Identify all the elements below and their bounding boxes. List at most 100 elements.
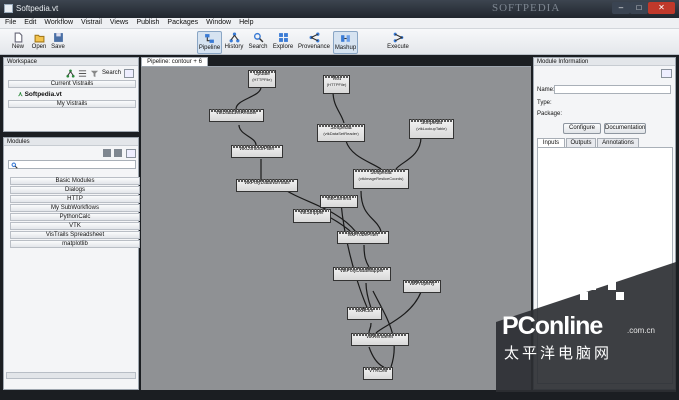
tab-inputs[interactable]: Inputs: [537, 138, 565, 147]
watermark: SOFTPEDIA: [492, 2, 561, 14]
search-icon: [11, 162, 18, 169]
new-file-icon: [14, 32, 22, 43]
configure-button[interactable]: Configure: [563, 123, 601, 134]
module-item[interactable]: PythonCalc: [10, 213, 140, 221]
tab-pipeline[interactable]: Pipeline: contour + 6: [141, 57, 208, 66]
my-vistrails-label: My Vistrails: [56, 101, 88, 107]
tree-view-icon[interactable]: [66, 69, 75, 78]
node-vtkactor[interactable]: vtkActor: [347, 307, 382, 320]
save-button[interactable]: Save: [48, 31, 68, 54]
module-item[interactable]: Dialogs: [10, 186, 140, 194]
maximize-button[interactable]: □: [630, 2, 648, 14]
node-softpedia-reader[interactable]: Softpedia (vtkDataSetReader): [317, 124, 365, 142]
explore-button[interactable]: Explore: [271, 31, 295, 54]
node-sublabel: (HTTPFile): [326, 82, 347, 87]
menu-edit[interactable]: Edit: [19, 18, 39, 26]
provenance-icon: [309, 32, 319, 43]
module-info-title: Module Information: [537, 59, 589, 65]
menu-publish[interactable]: Publish: [131, 18, 162, 26]
node-softpedia-lookuptable[interactable]: Softpedia (vtkLookupTable): [409, 119, 454, 139]
workspace-header: Workspace: [4, 58, 138, 66]
new-label: New: [11, 44, 24, 50]
execute-icon: [393, 32, 403, 43]
menu-views[interactable]: Views: [105, 18, 132, 26]
search-label: Search: [248, 44, 268, 50]
pin-icon[interactable]: [124, 69, 134, 78]
provenance-button[interactable]: Provenance: [297, 31, 331, 54]
node-vtkpolydatanormals[interactable]: vtkPolyDataNormals: [236, 179, 298, 192]
type-label: Type:: [537, 100, 552, 106]
documentation-button[interactable]: Documentation: [604, 123, 646, 134]
pipeline-canvas[interactable]: Update (HTTPFile) Test (HTTPFile) vtkDataS…: [141, 67, 531, 390]
node-sublabel: (vtkImageResliceCoords): [358, 176, 404, 181]
modules-scrollbar[interactable]: [6, 372, 136, 379]
menu-window[interactable]: Window: [201, 18, 234, 26]
node-vtkrenderer[interactable]: vtkRenderer: [351, 333, 409, 346]
title-bar: Softpedia.vt SOFTPEDIA – □ ✕: [0, 0, 679, 18]
node-vtkcamera[interactable]: vtkCamera: [320, 195, 358, 208]
menu-file[interactable]: File: [0, 18, 19, 26]
menu-help[interactable]: Help: [234, 18, 256, 26]
folder-open-icon: [34, 34, 44, 43]
search-icon: [253, 32, 263, 43]
tab-outputs[interactable]: Outputs: [566, 138, 596, 147]
menu-workflow[interactable]: Workflow: [39, 18, 76, 26]
node-test[interactable]: Test (HTTPFile): [323, 75, 350, 94]
menu-packages[interactable]: Packages: [162, 18, 201, 26]
current-vistrails-header[interactable]: Current Vistrails: [8, 80, 136, 88]
module-item[interactable]: matplotlib: [10, 240, 140, 248]
node-vtkstripper[interactable]: vtkStripper: [293, 209, 331, 223]
module-item[interactable]: HTTP: [10, 195, 140, 203]
minimize-button[interactable]: –: [612, 2, 630, 14]
node-vtkcell[interactable]: VTKCell: [363, 367, 393, 380]
tab-annotations[interactable]: Annotations: [597, 138, 639, 147]
history-button[interactable]: History: [223, 31, 245, 54]
pin-icon[interactable]: [661, 69, 672, 78]
node-softpedia-reslice[interactable]: Softpedia (vtkImageResliceCoords): [353, 169, 409, 189]
open-button[interactable]: Open: [28, 31, 50, 54]
module-item[interactable]: My SubWorkflows: [10, 204, 140, 212]
module-info-header: Module Information: [534, 58, 675, 66]
expand-icon[interactable]: [114, 149, 122, 157]
node-vtkpolydatamapper[interactable]: vtkPolyDataMapper: [333, 267, 391, 281]
floppy-icon: [53, 33, 63, 42]
history-label: History: [224, 44, 244, 50]
node-update[interactable]: Update (HTTPFile): [248, 70, 276, 88]
my-vistrails-header[interactable]: My Vistrails: [8, 100, 136, 108]
history-tree-icon: [229, 32, 239, 43]
pipeline-label: Pipeline: [198, 45, 221, 51]
filter-icon[interactable]: [90, 69, 99, 78]
pconline-logo: PConline .com.cn 太平洋电脑网: [502, 312, 674, 362]
modules-search-input[interactable]: [8, 160, 136, 169]
search-button[interactable]: Search: [247, 31, 269, 54]
menu-bar: File Edit Workflow Vistrail Views Publish Pack…: [0, 18, 679, 29]
name-field[interactable]: [554, 85, 671, 94]
pipeline-button[interactable]: Pipeline: [197, 31, 222, 54]
workspace-panel: Workspace Search Current Vistrails ⋏ Sof…: [3, 57, 139, 132]
logo-domain: .com.cn: [627, 326, 656, 335]
node-vtkdatasetreader[interactable]: vtkDataSetReader: [209, 109, 264, 122]
close-button[interactable]: ✕: [648, 2, 675, 14]
menu-vistrail[interactable]: Vistrail: [76, 18, 105, 26]
search-label[interactable]: Search: [102, 70, 121, 76]
collapse-icon[interactable]: [103, 149, 111, 157]
vistrail-item[interactable]: ⋏ Softpedia.vt: [18, 90, 62, 98]
mashup-label: Mashup: [334, 45, 357, 51]
module-item[interactable]: VisTrails Spreadsheet: [10, 231, 140, 239]
node-vtkcontourfilter[interactable]: vtkContourFilter: [231, 145, 283, 158]
module-item[interactable]: Basic Modules: [10, 177, 140, 185]
execute-button[interactable]: Execute: [386, 31, 410, 54]
vistrail-icon: ⋏: [18, 91, 23, 98]
workspace-title: Workspace: [7, 59, 37, 65]
toolbar: New Open Save Pipeline History Search Ex…: [0, 29, 679, 55]
mashup-icon: [341, 35, 350, 42]
mashup-button[interactable]: Mashup: [333, 31, 358, 54]
module-item[interactable]: VTK: [10, 222, 140, 230]
package-label: Package:: [537, 111, 563, 117]
node-vtkproperty[interactable]: vtkProperty: [403, 280, 441, 293]
pin-icon[interactable]: [126, 149, 136, 158]
pipeline-icon: [205, 34, 214, 43]
new-button[interactable]: New: [7, 31, 29, 54]
node-vtkprobefilter[interactable]: vtkProbeFilter: [337, 231, 389, 244]
list-view-icon[interactable]: [78, 69, 87, 78]
